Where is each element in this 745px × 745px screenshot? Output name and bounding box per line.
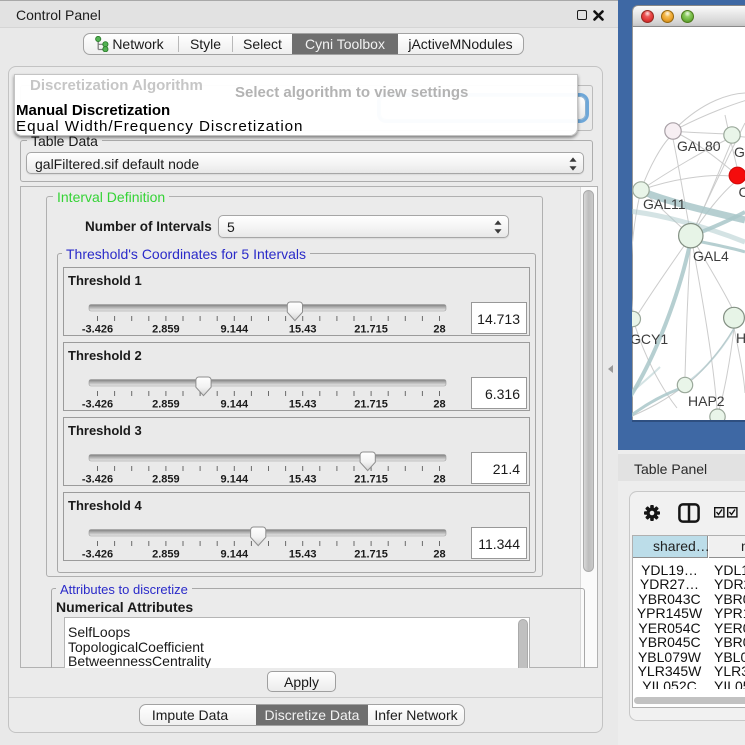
svg-text:28: 28 <box>433 324 445 336</box>
svg-text:15.43: 15.43 <box>289 549 317 561</box>
svg-text:-3.426: -3.426 <box>82 549 113 561</box>
svg-text:9.144: 9.144 <box>221 324 249 336</box>
svg-text:21.715: 21.715 <box>354 549 388 561</box>
svg-text:28: 28 <box>433 399 445 411</box>
svg-text:-3.426: -3.426 <box>82 474 113 486</box>
svg-text:15.43: 15.43 <box>289 474 317 486</box>
svg-text:21.715: 21.715 <box>354 474 388 486</box>
svg-text:HI: HI <box>736 330 745 346</box>
svg-text:-3.426: -3.426 <box>82 399 113 411</box>
svg-text:21.715: 21.715 <box>354 399 388 411</box>
svg-text:28: 28 <box>433 474 445 486</box>
svg-text:2.859: 2.859 <box>152 474 180 486</box>
svg-text:-3.426: -3.426 <box>82 324 113 336</box>
svg-text:9.144: 9.144 <box>221 399 249 411</box>
svg-text:GAL80: GAL80 <box>677 138 721 154</box>
svg-text:GAL4: GAL4 <box>693 248 729 264</box>
svg-text:2.859: 2.859 <box>152 549 180 561</box>
svg-text:2.859: 2.859 <box>152 324 180 336</box>
svg-text:21.715: 21.715 <box>354 324 388 336</box>
svg-text:HAP2: HAP2 <box>688 393 725 409</box>
svg-text:15.43: 15.43 <box>289 399 317 411</box>
svg-text:GA: GA <box>734 144 745 160</box>
svg-text:GCY1: GCY1 <box>632 331 668 347</box>
svg-text:9.144: 9.144 <box>221 474 249 486</box>
svg-text:C: C <box>739 184 745 200</box>
svg-text:2.859: 2.859 <box>152 399 180 411</box>
svg-text:GAL11: GAL11 <box>643 196 686 212</box>
svg-text:9.144: 9.144 <box>221 549 249 561</box>
svg-text:15.43: 15.43 <box>289 324 317 336</box>
svg-text:28: 28 <box>433 549 445 561</box>
